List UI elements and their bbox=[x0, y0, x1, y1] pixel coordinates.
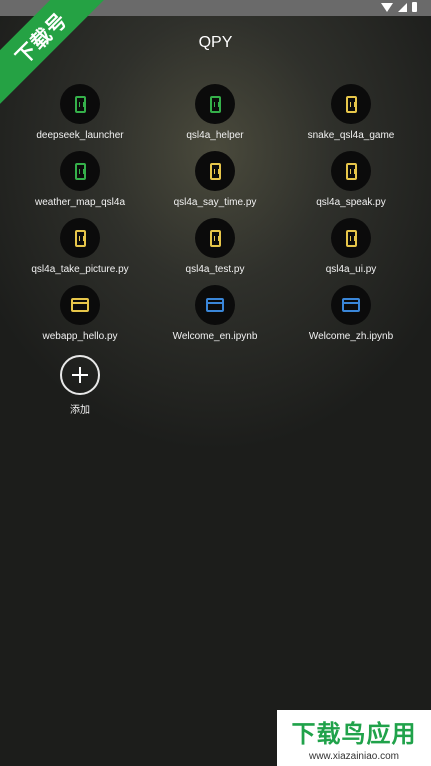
app-icon-circle bbox=[60, 285, 100, 325]
watermark-bottom-title: 下载鸟应用 bbox=[291, 720, 417, 748]
add-button[interactable]: 添加 bbox=[15, 355, 145, 416]
app-label: deepseek_launcher bbox=[36, 130, 124, 141]
app-item-qsl4a-ui[interactable]: qsl4a_ui.py bbox=[286, 218, 416, 275]
signal-icon bbox=[398, 2, 407, 12]
app-icon-circle bbox=[331, 285, 371, 325]
app-label: qsl4a_test.py bbox=[185, 264, 245, 275]
plus-icon bbox=[72, 367, 88, 383]
phone-icon bbox=[74, 162, 86, 180]
app-item-welcome-zh[interactable]: Welcome_zh.ipynb bbox=[286, 285, 416, 342]
window-icon bbox=[206, 298, 224, 312]
app-label: qsl4a_take_picture.py bbox=[31, 264, 129, 275]
app-icon-circle bbox=[195, 285, 235, 325]
app-item-webapp-hello[interactable]: webapp_hello.py bbox=[15, 285, 145, 342]
grid-row: webapp_hello.py Welcome_en.ipynb Welcome… bbox=[0, 285, 431, 353]
phone-icon bbox=[345, 162, 357, 180]
app-label: qsl4a_helper bbox=[186, 130, 244, 141]
app-item-qsl4a-say-time[interactable]: qsl4a_say_time.py bbox=[150, 151, 280, 208]
app-item-qsl4a-speak[interactable]: qsl4a_speak.py bbox=[286, 151, 416, 208]
app-icon-circle bbox=[60, 218, 100, 258]
app-item-qsl4a-take-picture[interactable]: qsl4a_take_picture.py bbox=[15, 218, 145, 275]
app-icon-circle bbox=[331, 218, 371, 258]
phone-icon bbox=[345, 229, 357, 247]
app-icon-circle bbox=[60, 84, 100, 124]
app-label: weather_map_qsl4a bbox=[34, 197, 126, 208]
grid-row: deepseek_launcher qsl4a_helper snake_qsl… bbox=[0, 84, 431, 152]
app-item-snake-qsl4a-game[interactable]: snake_qsl4a_game bbox=[286, 84, 416, 141]
add-circle bbox=[60, 355, 100, 395]
phone-icon bbox=[209, 95, 221, 113]
app-title: QPY bbox=[198, 34, 233, 51]
watermark-bottom-logo: 下载鸟应用 www.xiazainiao.com bbox=[277, 710, 431, 766]
app-label: qsl4a_speak.py bbox=[316, 197, 386, 208]
app-icon-circle bbox=[195, 84, 235, 124]
app-label: snake_qsl4a_game bbox=[307, 130, 395, 141]
app-label: webapp_hello.py bbox=[42, 331, 118, 342]
watermark-bottom-url: www.xiazainiao.com bbox=[308, 751, 400, 762]
phone-icon bbox=[345, 95, 357, 113]
app-icon-circle bbox=[331, 151, 371, 191]
phone-icon bbox=[209, 162, 221, 180]
app-icon-circle bbox=[195, 218, 235, 258]
add-label: 添加 bbox=[70, 405, 90, 416]
app-icon-circle bbox=[331, 84, 371, 124]
wifi-icon bbox=[381, 2, 393, 12]
app-icon-circle bbox=[195, 151, 235, 191]
phone-icon bbox=[74, 229, 86, 247]
app-item-weather-map-qsl4a[interactable]: weather_map_qsl4a bbox=[15, 151, 145, 208]
grid-row: qsl4a_take_picture.py qsl4a_test.py qsl4… bbox=[0, 218, 431, 286]
app-label: qsl4a_ui.py bbox=[325, 264, 377, 275]
phone-icon bbox=[209, 229, 221, 247]
app-item-welcome-en[interactable]: Welcome_en.ipynb bbox=[150, 285, 280, 342]
window-icon bbox=[342, 298, 360, 312]
battery-icon bbox=[412, 2, 417, 12]
app-label: Welcome_en.ipynb bbox=[172, 331, 258, 342]
app-label: Welcome_zh.ipynb bbox=[308, 331, 394, 342]
status-icons bbox=[381, 2, 417, 12]
app-label: qsl4a_say_time.py bbox=[173, 197, 257, 208]
app-item-qsl4a-helper[interactable]: qsl4a_helper bbox=[150, 84, 280, 141]
app-item-qsl4a-test[interactable]: qsl4a_test.py bbox=[150, 218, 280, 275]
phone-icon bbox=[74, 95, 86, 113]
app-icon-circle bbox=[60, 151, 100, 191]
window-icon bbox=[71, 298, 89, 312]
app-item-deepseek-launcher[interactable]: deepseek_launcher bbox=[15, 84, 145, 141]
grid-row: weather_map_qsl4a qsl4a_say_time.py qsl4… bbox=[0, 151, 431, 219]
